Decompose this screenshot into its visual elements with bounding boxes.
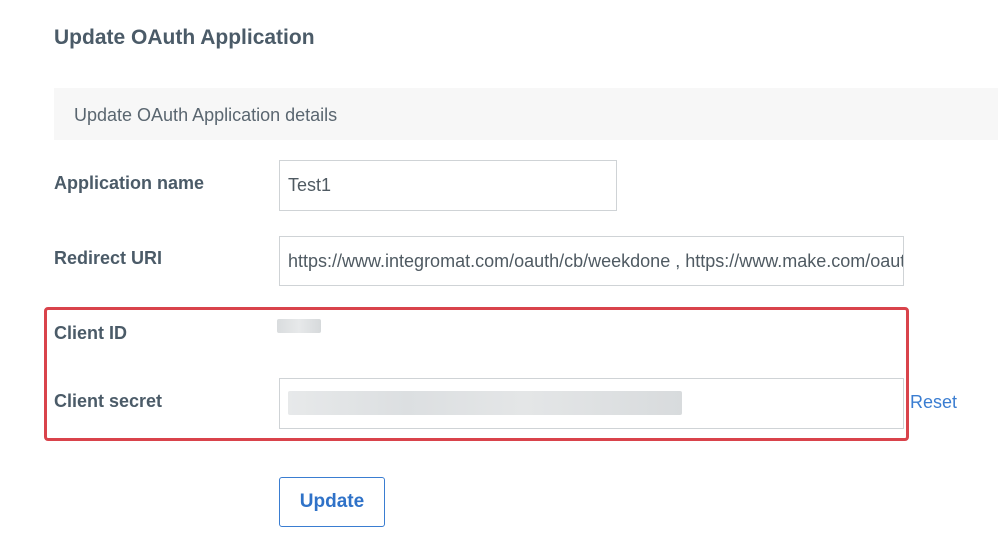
client-secret-label: Client secret	[54, 391, 163, 411]
client-id-label: Client ID	[54, 323, 128, 343]
redirect-uri-label: Redirect URI	[54, 248, 163, 268]
redirect-uri-value: https://www.integromat.com/oauth/cb/week…	[288, 250, 904, 271]
client-secret-redacted-value	[288, 391, 682, 415]
update-button[interactable]: Update	[279, 477, 385, 527]
panel-header: Update OAuth Application details	[54, 88, 998, 140]
client-secret-input[interactable]	[279, 378, 904, 429]
client-id-redacted-value	[277, 319, 321, 333]
oauth-update-page: Update OAuth Application Update OAuth Ap…	[0, 0, 998, 552]
panel-header-title: Update OAuth Application details	[74, 105, 338, 125]
application-name-label: Application name	[54, 173, 205, 193]
page-title: Update OAuth Application	[54, 26, 315, 49]
application-name-value: Test1	[288, 175, 332, 195]
application-name-input[interactable]: Test1	[279, 160, 617, 211]
redirect-uri-input[interactable]: https://www.integromat.com/oauth/cb/week…	[279, 236, 904, 286]
client-secret-reset-link[interactable]: Reset	[910, 392, 957, 413]
